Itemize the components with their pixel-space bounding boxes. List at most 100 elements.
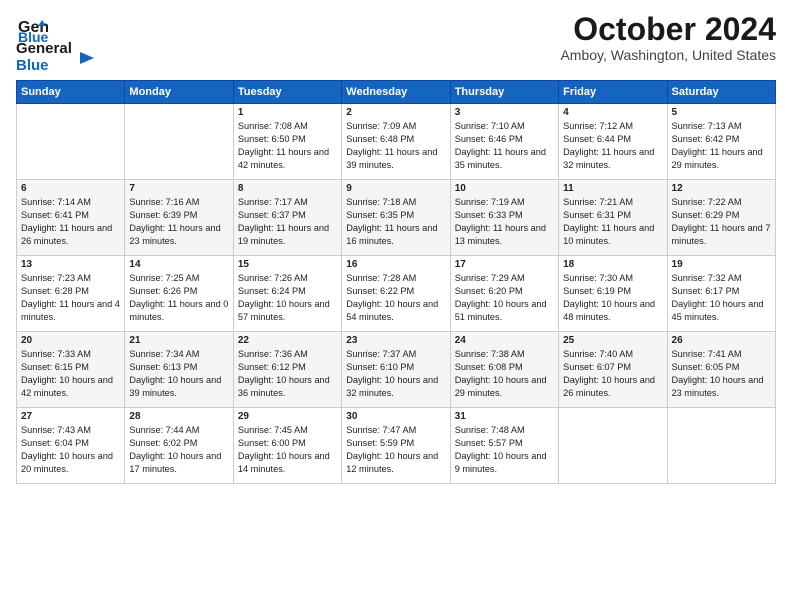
day-number: 22 [238,335,337,346]
sunset-text: Sunset: 6:12 PM [238,362,306,372]
sunrise-text: Sunrise: 7:30 AM [563,273,633,283]
calendar-cell: 31Sunrise: 7:48 AMSunset: 5:57 PMDayligh… [450,408,558,484]
sunset-text: Sunset: 6:15 PM [21,362,89,372]
calendar-cell: 2Sunrise: 7:09 AMSunset: 6:48 PMDaylight… [342,104,450,180]
day-content: Sunrise: 7:45 AM Sunset: 6:00 PM Daylight:… [238,424,337,476]
sunrise-text: Sunrise: 7:09 AM [346,121,416,131]
logo: General Blue General Blue [16,12,96,74]
day-number: 29 [238,411,337,422]
sunrise-text: Sunrise: 7:13 AM [672,121,742,131]
day-content: Sunrise: 7:16 AMSunset: 6:39 PMDaylight:… [129,196,228,248]
daylight-text: Daylight: 10 hours and 39 minutes. [129,375,221,398]
day-number: 27 [21,411,120,422]
day-number: 21 [129,335,228,346]
day-content: Sunrise: 7:44 AMSunset: 6:02 PMDaylight:… [129,424,228,476]
daylight-text: Daylight: 10 hours and 42 minutes. [21,375,113,398]
day-number: 24 [455,335,554,346]
day-number: 9 [346,183,445,194]
day-number: 7 [129,183,228,194]
calendar-cell: 21 Sunrise: 7:34 AMSunset: 6:13 PMDayligh… [125,332,233,408]
sunrise-text: Sunrise: 7:29 AM [455,273,525,283]
day-number: 15 [238,259,337,270]
day-content: Sunrise: 7:28 AM Sunset: 6:22 PM Daylight:… [346,272,445,324]
day-number: 23 [346,335,445,346]
week-row-3: 13Sunrise: 7:23 AMSunset: 6:28 PMDayligh… [17,256,776,332]
daylight-text: Daylight: 10 hours and 48 minutes. [563,299,655,322]
sunrise-text: Sunrise: 7:21 AM [563,197,633,207]
sunset-text: Sunset: 5:59 PM [346,438,414,448]
day-number: 1 [238,107,337,118]
sunrise-text: Sunrise: 7:14 AM [21,197,91,207]
calendar-cell: 8Sunrise: 7:17 AMSunset: 6:37 PMDaylight… [233,180,341,256]
day-content: Sunrise: 7:25 AMSunset: 6:26 PMDaylight:… [129,272,228,324]
daylight-text: Daylight: 10 hours and 54 minutes. [346,299,438,322]
calendar-cell: 25Sunrise: 7:40 AMSunset: 6:07 PMDayligh… [559,332,667,408]
week-row-2: 6Sunrise: 7:14 AMSunset: 6:41 PMDaylight… [17,180,776,256]
daylight-text: Daylight: 10 hours and 57 minutes. [238,299,330,322]
calendar-cell: 24 Sunrise: 7:38 AM Sunset: 6:08 PM Dayligh… [450,332,558,408]
day-content: Sunrise: 7:48 AMSunset: 5:57 PMDaylight:… [455,424,554,476]
sunrise-text: Sunrise: 7:45 AM [238,425,308,435]
calendar-cell: 30Sunrise: 7:47 AMSunset: 5:59 PMDayligh… [342,408,450,484]
calendar-cell: 16Sunrise: 7:28 AMSunset: 6:22 PMDayligh… [342,256,450,332]
day-number: 12 [672,183,771,194]
day-content: Sunrise: 7:13 AMSunset: 6:42 PMDaylight:… [672,120,771,172]
title-block: October 2024 Amboy, Washington, United S… [560,12,776,63]
daylight-text: Daylight: 11 hours and 13 minutes. [455,223,546,246]
daylight-text: Daylight: 10 hours and 14 minutes. [238,451,330,474]
day-content: Sunrise: 7:36 AM Sunset: 6:12 PM Daylight:… [238,348,337,400]
sunset-text: Sunset: 6:35 PM [346,210,414,220]
sunrise-text: Sunrise: 7:36 AM [238,349,308,359]
sunrise-text: Sunrise: 7:28 AM [346,273,416,283]
daylight-text: Daylight: 11 hours and 7 minutes. [672,223,771,246]
day-content: Sunrise: 7:17 AMSunset: 6:37 PMDaylight:… [238,196,337,248]
sunrise-text: Sunrise: 7:38 AM [455,349,525,359]
day-number: 14 [129,259,228,270]
daylight-text: Daylight: 10 hours and 51 minutes. [455,299,547,322]
calendar-cell: 5Sunrise: 7:13 AMSunset: 6:42 PMDaylight… [667,104,775,180]
sunset-text: Sunset: 6:07 PM [563,362,631,372]
daylight-text: Daylight: 10 hours and 26 minutes. [563,375,655,398]
day-content: Sunrise: 7:37 AMSunset: 6:10 PMDaylight:… [346,348,445,400]
day-content: Sunrise: 7:41 AMSunset: 6:05 PMDaylight:… [672,348,771,400]
sunset-text: Sunset: 6:33 PM [455,210,523,220]
day-number: 11 [563,183,662,194]
sunset-text: Sunset: 6:50 PM [238,134,306,144]
calendar-cell [125,104,233,180]
sunset-text: Sunset: 6:22 PM [346,286,414,296]
sunset-text: Sunset: 6:44 PM [563,134,631,144]
sunrise-text: Sunrise: 7:47 AM [346,425,416,435]
calendar-cell [667,408,775,484]
logo-general: General [16,41,72,58]
sunrise-text: Sunrise: 7:17 AM [238,197,308,207]
sunset-text: Sunset: 6:17 PM [672,286,740,296]
daylight-text: Daylight: 10 hours and 32 minutes. [346,375,438,398]
daylight-text: Daylight: 10 hours and 23 minutes. [672,375,764,398]
day-content: Sunrise: 7:12 AMSunset: 6:44 PMDaylight:… [563,120,662,172]
sunrise-text: Sunrise: 7:33 AM [21,349,91,359]
daylight-text: Daylight: 10 hours and 29 minutes. [455,375,547,398]
day-content: Sunrise: 7:34 AMSunset: 6:13 PMDaylight:… [129,348,228,400]
sunset-text: Sunset: 6:08 PM [455,362,523,372]
daylight-text: Daylight: 11 hours and 16 minutes. [346,223,437,246]
sunrise-text: Sunrise: 7:16 AM [129,197,199,207]
day-content: Sunrise: 7:29 AMSunset: 6:20 PMDaylight:… [455,272,554,324]
sunset-text: Sunset: 6:28 PM [21,286,89,296]
sunrise-text: Sunrise: 7:44 AM [129,425,199,435]
calendar-cell: 17Sunrise: 7:29 AMSunset: 6:20 PMDayligh… [450,256,558,332]
calendar-cell: 1Sunrise: 7:08 AMSunset: 6:50 PMDaylight… [233,104,341,180]
calendar-cell [559,408,667,484]
day-number: 2 [346,107,445,118]
sunrise-text: Sunrise: 7:40 AM [563,349,633,359]
day-number: 4 [563,107,662,118]
daylight-text: Daylight: 10 hours and 36 minutes. [238,375,330,398]
day-content: Sunrise: 7:19 AMSunset: 6:33 PMDaylight:… [455,196,554,248]
day-number: 30 [346,411,445,422]
sunset-text: Sunset: 6:19 PM [563,286,631,296]
sunset-text: Sunset: 6:10 PM [346,362,414,372]
calendar-cell: 6Sunrise: 7:14 AMSunset: 6:41 PMDaylight… [17,180,125,256]
col-wednesday: Wednesday [342,81,450,104]
sunset-text: Sunset: 6:31 PM [563,210,631,220]
sunrise-text: Sunrise: 7:08 AM [238,121,308,131]
sunset-text: Sunset: 6:00 PM [238,438,306,448]
